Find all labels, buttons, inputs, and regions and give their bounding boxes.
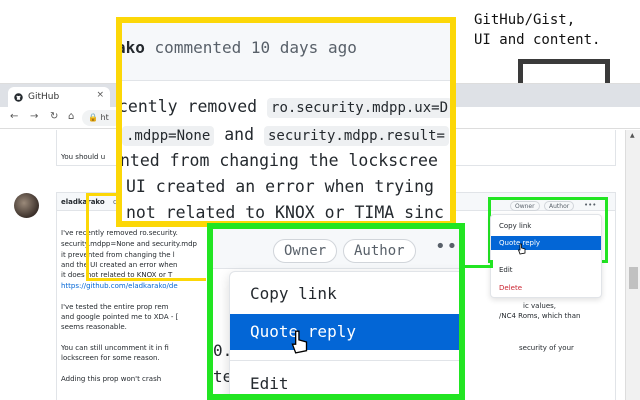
quote-reply-zoom[interactable]: Quote reply xyxy=(230,314,459,350)
comment-line-3: it prevented from changing the l xyxy=(61,251,175,259)
comment-line-10: You can still uncomment it in fi xyxy=(61,344,169,352)
quote-reply-small[interactable]: Quote reply xyxy=(491,236,601,250)
copy-link-small[interactable]: Copy link xyxy=(499,222,531,230)
comment-line-11: lockscreen for some reason. xyxy=(61,354,160,362)
zoom-commented-text: commented 10 days ago xyxy=(154,38,357,57)
delete-small[interactable]: Delete xyxy=(499,284,522,292)
zoom-line-1: cently removed ro.security.mdpp.ux=D xyxy=(118,95,450,120)
home-icon[interactable]: ⌂ xyxy=(68,111,74,122)
zoom-line-2: .mdpp=None and security.mdpp.result= xyxy=(122,123,449,148)
comment-fragment-3: security of your xyxy=(519,344,574,352)
zoom-line-2-code-1: .mdpp=None xyxy=(122,126,215,146)
zoom-line-5: not related to KNOX or TIMA sinc xyxy=(126,203,444,222)
zoom-line-2-code-2: security.mdpp.result= xyxy=(263,126,449,146)
comment-line-4: and the UI created an error when xyxy=(61,261,178,269)
more-options-small-icon[interactable]: ••• xyxy=(584,200,596,210)
comment-line-8: and google pointed me to XDA - [ xyxy=(61,313,179,321)
small-dropdown-menu: Copy link Quote reply Edit Delete xyxy=(490,214,602,298)
tab-github[interactable]: GitHub × xyxy=(8,87,110,107)
copy-link-zoom[interactable]: Copy link xyxy=(250,284,337,303)
lock-icon: 🔒 xyxy=(88,113,98,122)
comment-line-9: seems reasonable. xyxy=(61,323,127,331)
menu-zoom-callout: Owner Author ••• 0. te Copy link Quote r… xyxy=(207,223,465,400)
author-badge-zoom: Author xyxy=(343,239,416,263)
green-connector xyxy=(465,265,493,268)
zoom-author-fragment: ako xyxy=(116,38,145,57)
yellow-connector-bottom xyxy=(86,278,206,281)
owner-badge-zoom: Owner xyxy=(273,239,338,263)
tab-close-icon[interactable]: × xyxy=(96,90,104,100)
edit-zoom[interactable]: Edit xyxy=(250,374,289,393)
forward-icon[interactable]: → xyxy=(30,111,38,122)
reload-icon[interactable]: ↻ xyxy=(50,111,58,122)
tab-title: GitHub xyxy=(28,92,60,102)
zoom-line-1-text: cently removed xyxy=(118,97,258,116)
hand-cursor-small-icon xyxy=(517,243,526,255)
caption-line-2: UI and content. xyxy=(474,32,601,48)
comment-author[interactable]: eladkarako xyxy=(61,197,105,207)
zoom-line-1-code: ro.security.mdpp.ux=D xyxy=(267,98,450,118)
yellow-connector-top xyxy=(86,193,116,196)
zoom-comment-meta: ako commented 10 days ago xyxy=(116,38,357,57)
address-text: ht xyxy=(100,113,109,122)
scrollbar-thumb[interactable] xyxy=(629,267,638,289)
previous-comment-text: You should u xyxy=(61,153,106,161)
more-options-zoom-icon[interactable]: ••• xyxy=(435,236,459,257)
comment-line-7: I've tested the entire prop rem xyxy=(61,303,169,311)
comment-zoom-callout: ako commented 10 days ago cently removed… xyxy=(116,17,456,227)
zoom-line-4: UI created an error when trying xyxy=(126,177,434,196)
comment-fragment-1: ic values, xyxy=(523,302,557,310)
comment-line-1: I've recently removed ro.security. xyxy=(61,229,178,237)
caption: GitHub/Gist, UI and content. xyxy=(474,10,634,50)
comment-fragment-2: /NC4 Roms, which than xyxy=(499,312,581,320)
comment-line-2: security.mdpp=None and security.mdp xyxy=(61,240,197,248)
comment-line-12: Adding this prop won't crash xyxy=(61,375,162,383)
scroll-up-icon[interactable]: ▲ xyxy=(630,132,635,139)
github-icon xyxy=(14,92,23,102)
zoom-dropdown-menu: Copy link Quote reply Edit xyxy=(229,271,459,394)
author-badge-small: Author xyxy=(544,201,575,211)
menu-divider xyxy=(230,360,459,361)
scrollbar[interactable]: ▲ xyxy=(625,130,640,400)
green-connector-vertical xyxy=(490,260,493,268)
avatar[interactable] xyxy=(14,193,39,218)
edit-small[interactable]: Edit xyxy=(499,266,513,274)
zoom-comment-header: ako commented 10 days ago xyxy=(122,23,450,81)
hand-cursor-zoom-icon xyxy=(291,330,308,354)
owner-badge-small: Owner xyxy=(510,201,540,211)
zoom-line-3: nted from changing the lockscree xyxy=(120,151,438,170)
caption-line-1: GitHub/Gist, xyxy=(474,12,576,28)
back-icon[interactable]: ← xyxy=(10,111,18,122)
zoom-line-2-and: and xyxy=(224,125,255,144)
comment-link[interactable]: https://github.com/eladkarako/de xyxy=(61,281,178,291)
yellow-connector-left xyxy=(86,193,89,281)
